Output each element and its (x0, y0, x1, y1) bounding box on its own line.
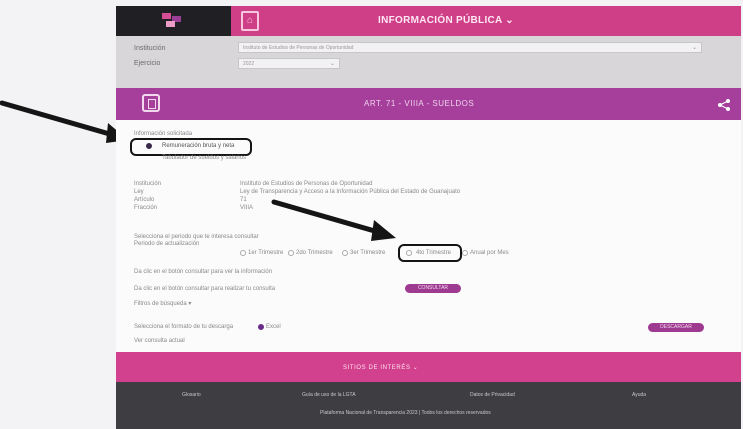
consult-note: Da clic en el botón consultar para ver l… (134, 269, 273, 275)
period-radio[interactable] (288, 250, 294, 256)
period-label: Periodo de actualización (134, 241, 200, 247)
period-option[interactable]: 2do Trimestre (296, 250, 333, 256)
period-option[interactable]: 3er Trimestre (350, 250, 385, 256)
footer-link[interactable]: Guía de uso de la LGTA (302, 392, 356, 398)
query-status[interactable]: Ver consulta actual (134, 338, 185, 344)
ejercicio-label: Ejercicio (134, 60, 161, 67)
period-radio[interactable] (342, 250, 348, 256)
row-label: Artículo (134, 197, 155, 203)
institucion-value: Instituto de Estudios de Personas de Opo… (243, 45, 354, 51)
period-radio-selected[interactable] (406, 250, 412, 256)
footer-link[interactable]: Ayuda (632, 392, 646, 398)
row-value: Ley de Transparencia y Acceso a la Infor… (240, 189, 461, 195)
period-option[interactable]: Anual por Mes (470, 250, 509, 256)
row-value: VIIIA (240, 205, 254, 211)
excel-label[interactable]: Excel (266, 324, 281, 330)
logo-area (116, 6, 231, 36)
row-label: Fracción (134, 205, 158, 211)
footer-link[interactable]: Datos de Privacidad (470, 392, 515, 398)
top-bar: ⌂ INFORMACIÓN PÚBLICA ⌄ (116, 6, 741, 36)
period-option[interactable]: 4to Trimestre (416, 250, 451, 256)
ejercicio-select[interactable]: 2022 ⌄ (238, 58, 340, 69)
document-icon (142, 94, 160, 112)
chevron-down-icon: ⌄ (691, 45, 697, 51)
section-title: ART. 71 - VIIIA - SUELDOS (364, 99, 475, 108)
institucion-select[interactable]: Instituto de Estudios de Personas de Opo… (238, 42, 702, 53)
footer: Glosario Guía de uso de la LGTA Datos de… (116, 382, 741, 429)
row-value: Instituto de Estudios de Personas de Opo… (240, 181, 373, 187)
share-icon[interactable] (717, 98, 731, 112)
format-note: Selecciona el formato de tu descarga (134, 324, 234, 330)
footer-sites-bar[interactable]: SITIOS DE INTERÉS ⌄ (116, 352, 741, 382)
page-frame: ⌂ INFORMACIÓN PÚBLICA ⌄ Institución Inst… (116, 6, 741, 429)
filters-panel: Institución Instituto de Estudios de Per… (116, 36, 741, 91)
row-label: Institución (134, 181, 162, 187)
chevron-down-icon: ⌄ (329, 61, 335, 67)
row-label: Ley (134, 189, 144, 195)
period-radio[interactable] (462, 250, 468, 256)
section-bar: ART. 71 - VIIIA - SUELDOS (116, 88, 741, 120)
logo-icon (162, 13, 184, 27)
period-option[interactable]: 1er Trimestre (248, 250, 283, 256)
home-button[interactable]: ⌂ (241, 11, 259, 31)
row-value: 71 (240, 197, 247, 203)
period-radio[interactable] (240, 250, 246, 256)
consult-button[interactable]: CONSULTAR (405, 284, 461, 293)
download-button[interactable]: DESCARGAR (648, 323, 704, 332)
footer-copyright: Plataforma Nacional de Transparencia 202… (320, 410, 491, 416)
advanced-filters-link[interactable]: Filtros de búsqueda ▾ (134, 300, 191, 307)
consult-prompt: Da clic en el botón consultar para reali… (134, 286, 276, 292)
annotation-arrow-center (271, 199, 396, 241)
period-note: Selecciona el periodo que te interesa co… (134, 234, 259, 240)
info-label: Información solicitada (134, 131, 193, 137)
nav-title[interactable]: INFORMACIÓN PÚBLICA ⌄ (378, 15, 514, 26)
footer-title[interactable]: SITIOS DE INTERÉS ⌄ (343, 364, 418, 371)
excel-radio[interactable] (258, 324, 264, 330)
ejercicio-value: 2022 (243, 61, 255, 67)
institucion-label: Institución (134, 45, 166, 52)
footer-link[interactable]: Glosario (182, 392, 201, 398)
option1-radio[interactable] (146, 143, 152, 149)
option1-label[interactable]: Remuneración bruta y neta (162, 143, 234, 149)
option2-label[interactable]: Tabulador de sueldos y salarios (162, 155, 246, 161)
